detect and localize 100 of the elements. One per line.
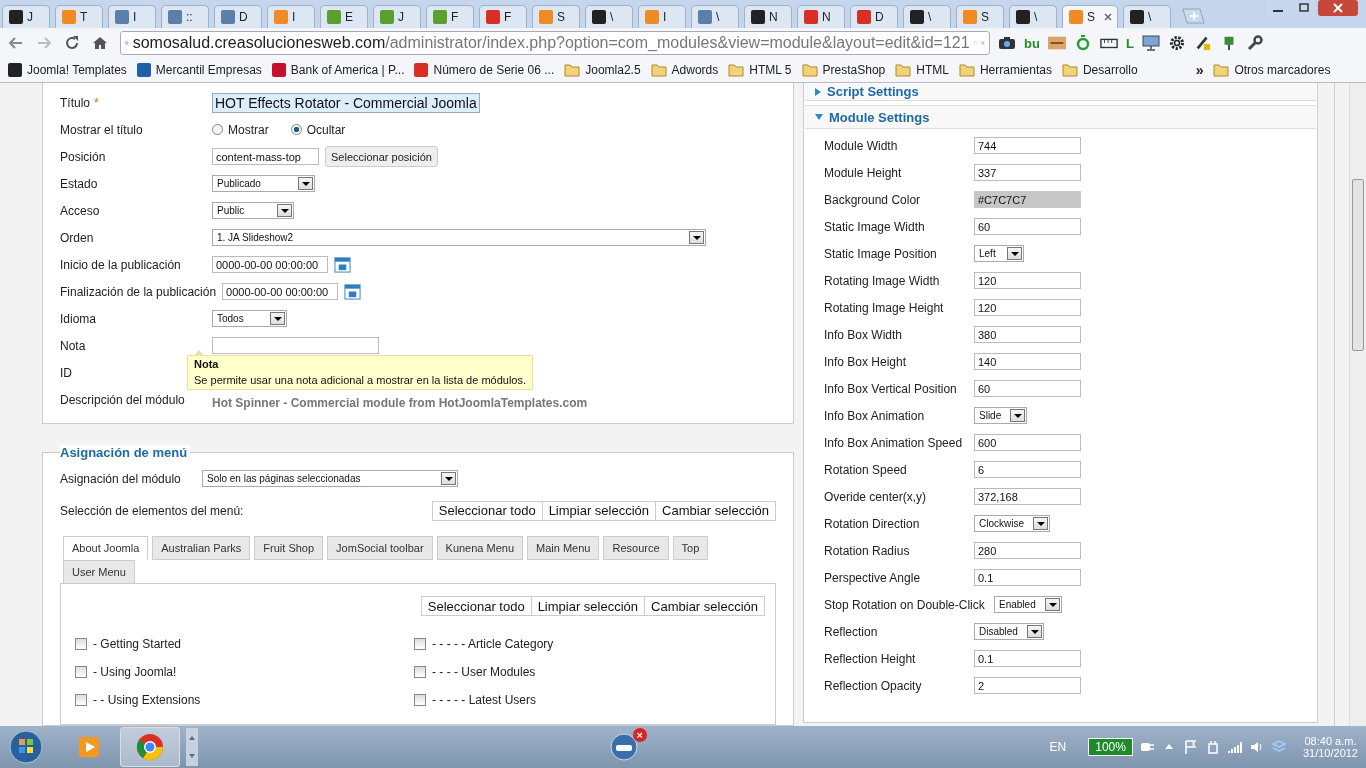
browser-tab[interactable]: F — [479, 5, 527, 28]
bookmark-item[interactable]: Desarrollo — [1061, 63, 1138, 77]
selection-button[interactable]: Seleccionar todo — [431, 500, 543, 521]
setting-field[interactable]: 6 — [974, 461, 1081, 478]
setting-field[interactable]: 120 — [974, 272, 1081, 289]
browser-tab[interactable]: S — [532, 5, 580, 28]
position-field[interactable]: content-mass-top — [212, 148, 319, 165]
selection-button[interactable]: Seleccionar todo — [420, 596, 532, 616]
title-field[interactable]: HOT Effects Rotator - Commercial Joomla — [212, 92, 480, 113]
menu-item-checkbox[interactable]: - - Using Extensions — [75, 686, 414, 714]
wrench-icon[interactable] — [1245, 35, 1264, 51]
other-bookmarks-item[interactable]: Otros marcadores — [1213, 63, 1331, 77]
browser-tab[interactable]: I — [638, 5, 686, 28]
setting-field[interactable]: 60 — [974, 380, 1081, 397]
setting-field[interactable]: 0.1 — [974, 650, 1081, 667]
menu-tab[interactable]: Fruit Shop — [254, 536, 324, 560]
calendar-icon[interactable] — [344, 283, 362, 300]
menu-item-checkbox[interactable]: - - - - User Modules — [414, 658, 765, 686]
new-tab-button[interactable] — [1180, 8, 1206, 24]
browser-tab[interactable]: I — [267, 5, 315, 28]
select-field[interactable]: Todos — [212, 310, 287, 327]
setting-field[interactable]: 380 — [974, 326, 1081, 343]
selection-button[interactable]: Cambiar selección — [644, 596, 765, 616]
selection-button[interactable]: Limpiar selección — [541, 500, 657, 521]
more-bookmarks-button[interactable]: » — [1195, 62, 1204, 78]
checkbox[interactable] — [414, 666, 426, 678]
signal-icon[interactable] — [1226, 739, 1243, 755]
setting-field[interactable]: 372,168 — [974, 488, 1081, 505]
browser-tab[interactable]: :: — [161, 5, 209, 28]
checkbox[interactable] — [414, 694, 426, 706]
select-field[interactable]: Solo en las páginas seleccionadas — [202, 470, 458, 487]
setting-field[interactable]: 120 — [974, 299, 1081, 316]
radio-option[interactable]: Ocultar — [290, 122, 346, 137]
bar-icon[interactable] — [1047, 35, 1066, 51]
menu-tab[interactable]: Main Menu — [527, 536, 600, 560]
note-field[interactable] — [212, 337, 379, 354]
select-field[interactable]: Slide — [974, 407, 1028, 424]
battery-indicator[interactable]: 100% — [1088, 738, 1133, 756]
browser-tab[interactable]: D — [214, 5, 262, 28]
menu-tab[interactable]: About Joomla — [63, 536, 149, 560]
monitor-icon[interactable] — [1141, 35, 1160, 51]
back-icon[interactable] — [8, 35, 24, 51]
checkbox[interactable] — [414, 638, 426, 650]
setting-field[interactable]: 0.1 — [974, 569, 1081, 586]
browser-tab[interactable]: \ — [585, 5, 633, 28]
setting-field[interactable]: 140 — [974, 353, 1081, 370]
reload-icon[interactable] — [64, 35, 80, 51]
menu-item-checkbox[interactable]: - - - - - Article Category — [414, 630, 765, 658]
home-icon[interactable] — [92, 35, 108, 51]
taskbar-scroll-icon[interactable] — [186, 728, 198, 766]
bookmark-item[interactable]: Adwords — [650, 63, 719, 77]
menu-tab[interactable]: Australian Parks — [152, 536, 251, 560]
setting-field[interactable]: 2 — [974, 677, 1081, 694]
start-button[interactable] — [8, 729, 44, 765]
select-field[interactable]: Disabled — [974, 623, 1044, 640]
browser-tab[interactable]: S — [956, 5, 1004, 28]
bookmark-item[interactable]: Mercantil Empresas — [136, 63, 262, 77]
browser-tab[interactable]: N — [744, 5, 792, 28]
section-header[interactable]: Module Settings — [805, 105, 1316, 129]
checkbox[interactable] — [75, 694, 87, 706]
setting-field[interactable]: 600 — [974, 434, 1081, 451]
flag-icon[interactable] — [1182, 739, 1199, 755]
calendar-icon[interactable] — [334, 256, 351, 273]
checkbox[interactable] — [75, 666, 87, 678]
bookmark-item[interactable]: Herramientas — [958, 63, 1052, 77]
section-header[interactable]: Script Settings — [805, 83, 1316, 101]
select-position-button[interactable]: Seleccionar posición — [325, 146, 438, 167]
browser-tab[interactable]: \ — [691, 5, 739, 28]
extension-button[interactable]: bu — [1024, 35, 1040, 51]
browser-tab[interactable]: \ — [903, 5, 951, 28]
bookmark-item[interactable]: HTML — [895, 63, 949, 77]
select-field[interactable]: Enabled — [994, 596, 1062, 613]
browser-tab[interactable]: J — [373, 5, 421, 28]
volume-icon[interactable] — [1248, 739, 1265, 755]
menu-tab[interactable]: Top — [672, 536, 709, 560]
menu-item-checkbox[interactable]: - - - - - Latest Users — [414, 686, 765, 714]
selection-button[interactable]: Limpiar selección — [530, 596, 646, 616]
browser-tab[interactable]: T — [55, 5, 103, 28]
selection-button[interactable]: Cambiar selección — [655, 500, 776, 521]
browser-tab[interactable]: E — [320, 5, 368, 28]
bookmark-item[interactable]: Número de Serie 06 ... — [414, 63, 555, 77]
bookmark-item[interactable]: PrestaShop — [801, 63, 886, 77]
close-icon[interactable] — [1318, 0, 1358, 16]
browser-tab[interactable]: \ — [1009, 5, 1057, 28]
browser-tab[interactable]: F — [426, 5, 474, 28]
date-field[interactable]: 0000-00-00 00:00:00 — [212, 256, 328, 273]
forward-icon[interactable] — [36, 35, 52, 51]
browser-tab[interactable]: I — [108, 5, 156, 28]
browser-taskbar-button[interactable] — [120, 727, 180, 767]
select-field[interactable]: 1. JA Slideshow2 — [212, 229, 706, 246]
menu-item-checkbox[interactable]: - Getting Started — [75, 630, 414, 658]
browser-tab[interactable]: N — [797, 5, 845, 28]
browser-tab[interactable]: \ — [1123, 5, 1171, 28]
radio-option[interactable]: Mostrar — [212, 122, 269, 137]
close-icon[interactable] — [1104, 13, 1112, 21]
menu-tab[interactable]: User Menu — [63, 560, 135, 584]
bookmark-item[interactable]: Joomla2.5 — [564, 63, 641, 77]
camera-icon[interactable] — [998, 35, 1016, 51]
settings-icon[interactable] — [1167, 35, 1186, 51]
setting-field[interactable]: 60 — [974, 218, 1081, 235]
